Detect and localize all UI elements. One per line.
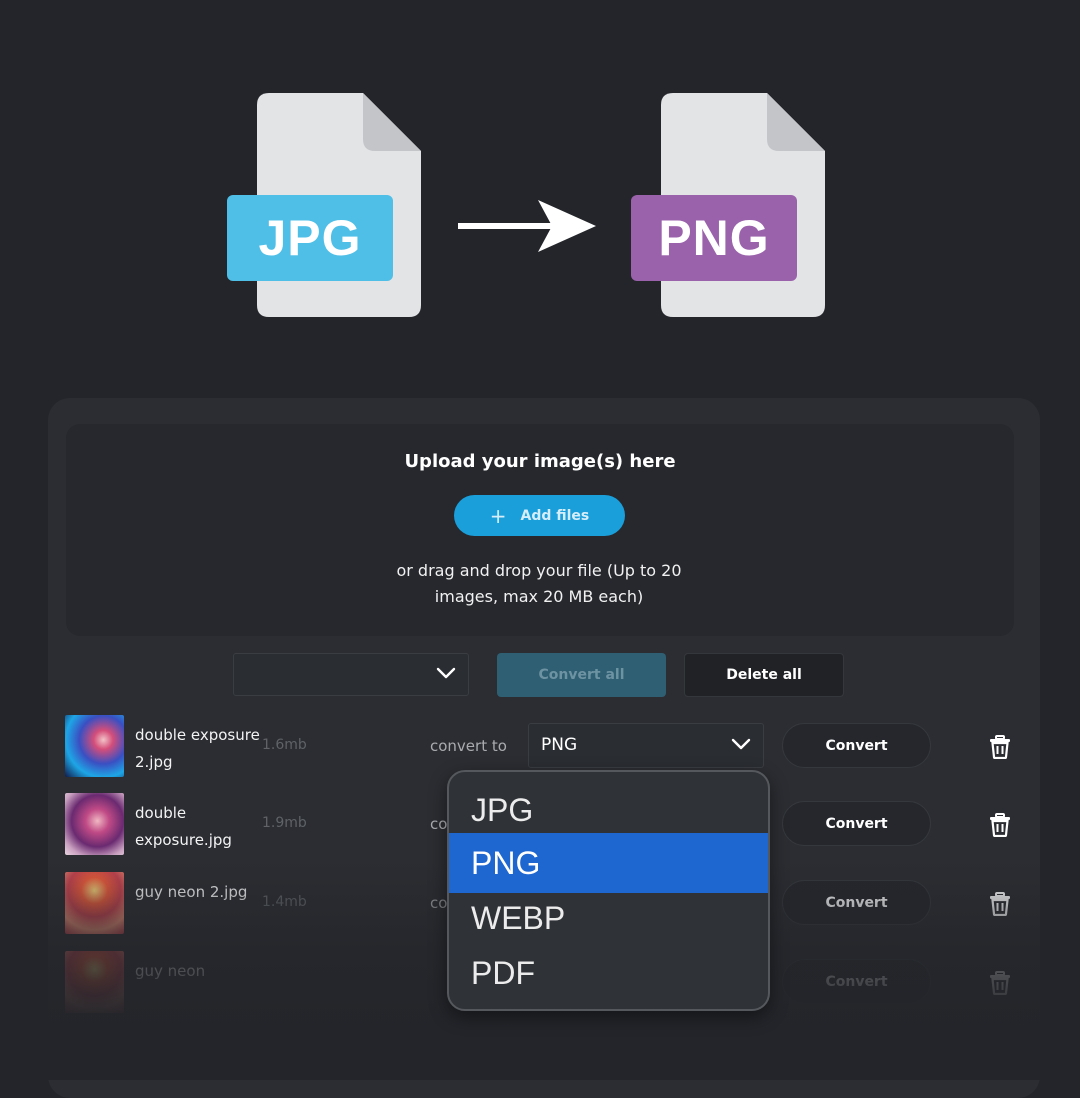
format-dropdown-menu: JPG PNG WEBP PDF	[447, 770, 770, 1011]
file-name: double exposure 2.jpg	[135, 726, 260, 771]
convert-button[interactable]: Convert	[782, 880, 931, 925]
bulk-format-select[interactable]	[233, 653, 469, 696]
file-thumbnail	[65, 715, 124, 777]
jpg-badge: JPG	[227, 195, 393, 281]
arrow-right-icon	[458, 200, 596, 252]
drag-drop-hint: or drag and drop your file (Up to 20 ima…	[396, 561, 682, 606]
format-select-value: PNG	[541, 735, 578, 755]
add-files-button[interactable]: + Add files	[454, 495, 625, 536]
delete-all-button[interactable]: Delete all	[684, 653, 844, 697]
chevron-down-icon	[731, 738, 751, 750]
dropdown-option-jpg[interactable]: JPG	[449, 780, 768, 840]
dropdown-option-pdf[interactable]: PDF	[449, 943, 768, 1003]
upload-title: Upload your image(s) here	[404, 451, 676, 472]
format-select[interactable]: PNG	[528, 723, 764, 768]
convert-all-button[interactable]: Convert all	[497, 653, 666, 697]
trash-icon[interactable]	[989, 735, 1011, 759]
file-name: double exposure.jpg	[135, 804, 232, 849]
plus-icon: +	[489, 503, 507, 528]
trash-icon[interactable]	[989, 892, 1011, 916]
convert-button[interactable]: Convert	[782, 801, 931, 846]
chevron-down-icon	[436, 667, 456, 679]
dropdown-option-webp[interactable]: WEBP	[449, 888, 768, 948]
dropdown-option-png[interactable]: PNG	[449, 833, 768, 893]
file-name: guy neon 2.jpg	[135, 883, 248, 901]
convert-to-label: convert to	[430, 737, 507, 755]
trash-icon[interactable]	[989, 813, 1011, 837]
file-size: 1.6mb	[262, 737, 307, 753]
file-thumbnail	[65, 951, 124, 1013]
file-size: 1.9mb	[262, 815, 307, 831]
convert-button[interactable]: Convert	[782, 723, 931, 768]
png-file-icon: PNG	[631, 93, 825, 317]
trash-icon[interactable]	[989, 971, 1011, 995]
file-thumbnail	[65, 793, 124, 855]
file-thumbnail	[65, 872, 124, 934]
file-size: 1.4mb	[262, 894, 307, 910]
png-badge: PNG	[631, 195, 797, 281]
jpg-file-icon: JPG	[227, 93, 421, 317]
add-files-label: Add files	[520, 507, 590, 524]
convert-button[interactable]: Convert	[782, 959, 931, 1004]
file-name: guy neon	[135, 962, 206, 980]
